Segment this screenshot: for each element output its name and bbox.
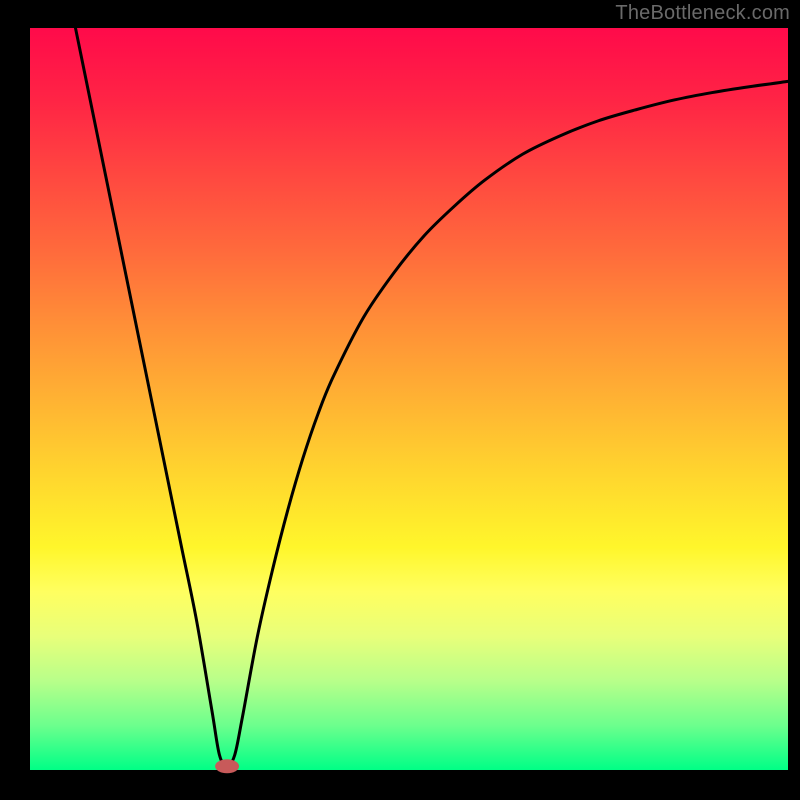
bottleneck-chart: [0, 0, 800, 800]
chart-container: TheBottleneck.com: [0, 0, 800, 800]
plot-area: [30, 28, 788, 770]
minimum-marker: [215, 759, 239, 773]
watermark-text: TheBottleneck.com: [615, 2, 790, 25]
